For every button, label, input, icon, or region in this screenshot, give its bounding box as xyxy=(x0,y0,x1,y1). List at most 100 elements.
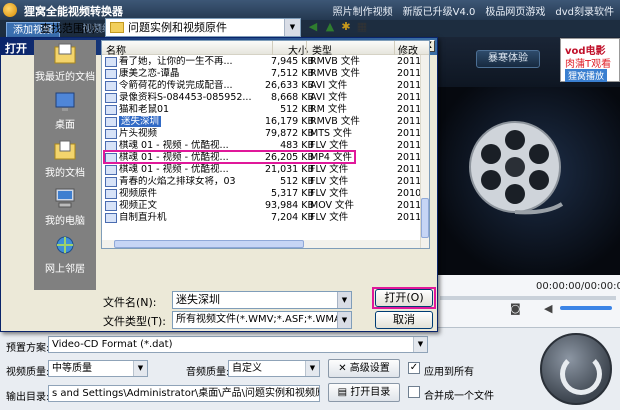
file-row[interactable]: 视频原件 5,317 KB FLV 文件 2010- xyxy=(102,188,425,200)
file-row[interactable]: 令箭荷花的传说完成配音... 26,633 KB AVI 文件 2011- xyxy=(102,80,425,92)
toolbar-dark-button[interactable]: 暴寒体验 xyxy=(476,50,540,68)
place-recent[interactable]: 我最近的文档 xyxy=(34,40,96,88)
chevron-down-icon: ▼ xyxy=(284,19,300,36)
video-file-icon xyxy=(105,213,117,223)
file-row[interactable]: 青春的火焰之排球女将，03 512 KB FLV 文件 2011- xyxy=(102,176,425,188)
ad-box[interactable]: vod电影 肉蒲T观看 狸窝播放 xyxy=(560,38,620,82)
video-file-icon xyxy=(105,189,117,199)
file-name: 视频原件 xyxy=(119,188,158,199)
up-folder-icon[interactable]: ▲ xyxy=(322,19,338,35)
file-type: RMVB 文件 xyxy=(310,68,360,79)
place-my-computer[interactable]: 我的电脑 xyxy=(34,184,96,232)
selected-file-highlight xyxy=(103,150,356,164)
file-row[interactable]: 猫和老鼠01 512 KB RM 文件 2011- xyxy=(102,104,425,116)
video-file-icon xyxy=(105,117,117,127)
file-name: 猫和老鼠01 xyxy=(119,104,170,115)
video-file-icon xyxy=(105,93,117,103)
filename-label: 文件名(N): xyxy=(103,296,157,309)
file-type: AVI 文件 xyxy=(310,92,348,103)
file-row[interactable]: 视频正文 93,984 KB MOV 文件 2011- xyxy=(102,200,425,212)
merge-label: 合并成一个文件 xyxy=(424,391,494,402)
output-dir-input[interactable]: s and Settings\Administrator\桌面\产品\问题实例和… xyxy=(48,385,320,402)
file-list[interactable]: 名称 大小 类型 修改 看了她，让你的一生不再... 7,945 KB RMVB 文… xyxy=(101,40,430,249)
my-documents-icon xyxy=(54,140,76,160)
file-name: 自制直升机 xyxy=(119,212,167,223)
file-row[interactable]: 录像资料S-084453-085952... 8,668 KB AVI 文件 2011… xyxy=(102,92,425,104)
file-type: FLV 文件 xyxy=(310,212,349,223)
apply-all-checkbox[interactable]: ✓ xyxy=(408,362,420,374)
network-icon xyxy=(56,236,74,254)
col-date-header[interactable]: 修改 xyxy=(398,42,418,57)
top-link-photo-video[interactable]: 照片制作视频 xyxy=(333,7,393,18)
new-folder-icon[interactable]: ✱ xyxy=(338,19,354,35)
video-file-icon xyxy=(105,81,117,91)
lookin-select[interactable]: 问题实例和视频原件 ▼ xyxy=(105,18,301,37)
file-row[interactable]: 片头视频 79,872 KB MTS 文件 2011- xyxy=(102,128,425,140)
place-desktop[interactable]: 桌面 xyxy=(34,88,96,136)
filename-input[interactable]: 迷失深圳 ▼ xyxy=(172,291,352,309)
file-row[interactable]: 自制直升机 7,204 KB FLV 文件 2011- xyxy=(102,212,425,224)
cancel-button[interactable]: 取消 xyxy=(375,311,433,329)
video-file-icon xyxy=(105,57,117,67)
chevron-down-icon: ▼ xyxy=(133,361,147,376)
filetype-select[interactable]: 所有视频文件(*.WMV;*.ASF;*.WMA;*.AVI; ▼ xyxy=(172,311,352,329)
volume-icon[interactable]: ◀ xyxy=(544,302,552,315)
file-row[interactable]: 棋魂 01 - 视频 - 优酷视... 21,031 KB FLV 文件 2011- xyxy=(102,164,425,176)
file-size: 16,179 KB xyxy=(264,116,314,127)
file-row-selected[interactable]: 迷失深圳 16,179 KB RMVB 文件 2011- xyxy=(102,116,425,128)
back-icon[interactable]: ◀ xyxy=(305,19,321,35)
col-type-header[interactable]: 类型 xyxy=(312,42,332,57)
chevron-down-icon: ▼ xyxy=(337,292,351,308)
open-directory-button[interactable]: ▤ 打开目录 xyxy=(328,383,400,402)
advanced-settings-button[interactable]: ✕ 高级设置 xyxy=(328,359,400,378)
audio-quality-value: 自定义 xyxy=(232,363,262,374)
view-menu-icon[interactable]: ▦ xyxy=(354,19,370,35)
col-name-header[interactable]: 名称 xyxy=(106,42,126,57)
my-computer-icon xyxy=(55,188,75,208)
file-name: 片头视频 xyxy=(119,128,158,139)
folder-icon xyxy=(110,22,124,33)
file-name: 视频正文 xyxy=(119,200,158,211)
video-file-icon xyxy=(105,129,117,139)
seek-bar[interactable] xyxy=(440,296,616,300)
file-size: 21,031 KB xyxy=(264,164,314,175)
output-dir-value: s and Settings\Administrator\桌面\产品\问题实例和… xyxy=(52,388,319,399)
file-type: AVI 文件 xyxy=(310,80,348,91)
file-size: 93,984 KB xyxy=(264,200,314,211)
convert-button[interactable] xyxy=(540,333,612,405)
video-file-icon xyxy=(105,165,117,175)
vscroll-thumb[interactable] xyxy=(421,198,429,238)
filetype-label: 文件类型(T): xyxy=(103,315,167,328)
video-quality-select[interactable]: 中等质量 ▼ xyxy=(48,360,148,377)
file-size: 7,512 KB xyxy=(271,68,314,79)
merge-checkbox[interactable] xyxy=(408,386,420,398)
video-file-icon xyxy=(105,69,117,79)
snapshot-icon[interactable]: ◙ xyxy=(510,302,521,315)
place-my-computer-label: 我的电脑 xyxy=(45,216,85,227)
settings-icon: ✕ xyxy=(338,363,350,374)
volume-slider[interactable] xyxy=(560,306,612,310)
video-quality-label: 视频质量: xyxy=(6,367,50,378)
preset-select[interactable]: Video-CD Format (*.dat) ▼ xyxy=(48,336,428,353)
place-desktop-label: 桌面 xyxy=(55,120,75,131)
file-type: MOV 文件 xyxy=(310,200,355,211)
col-size-header[interactable]: 大小 xyxy=(288,42,308,57)
file-name: 看了她，让你的一生不再... xyxy=(119,56,233,67)
file-type: RMVB 文件 xyxy=(310,116,360,127)
top-link-web-games[interactable]: 极品网页游戏 xyxy=(485,7,545,18)
open-button-highlight xyxy=(372,287,436,309)
place-network[interactable]: 网上邻居 xyxy=(34,232,96,280)
top-link-new-version[interactable]: 新版已升级V4.0 xyxy=(403,7,476,18)
file-row[interactable]: 康美之恋-谭晶 7,512 KB RMVB 文件 2011- xyxy=(102,68,425,80)
top-link-dvd-burn[interactable]: dvd刻录软件 xyxy=(555,7,614,18)
file-row[interactable]: 看了她，让你的一生不再... 7,945 KB RMVB 文件 2011- xyxy=(102,56,425,68)
file-size: 8,668 KB xyxy=(271,92,314,103)
place-my-documents[interactable]: 我的文档 xyxy=(34,136,96,184)
file-name: 录像资料S-084453-085952... xyxy=(119,92,252,103)
audio-quality-select[interactable]: 自定义 ▼ xyxy=(228,360,320,377)
file-size: 5,317 KB xyxy=(271,188,314,199)
apply-all-label: 应用到所有 xyxy=(424,367,474,378)
ad-line-2: 肉蒲T观看 xyxy=(565,59,612,70)
dialog-title: 打开 xyxy=(5,42,27,55)
hscroll-thumb[interactable] xyxy=(114,240,304,248)
